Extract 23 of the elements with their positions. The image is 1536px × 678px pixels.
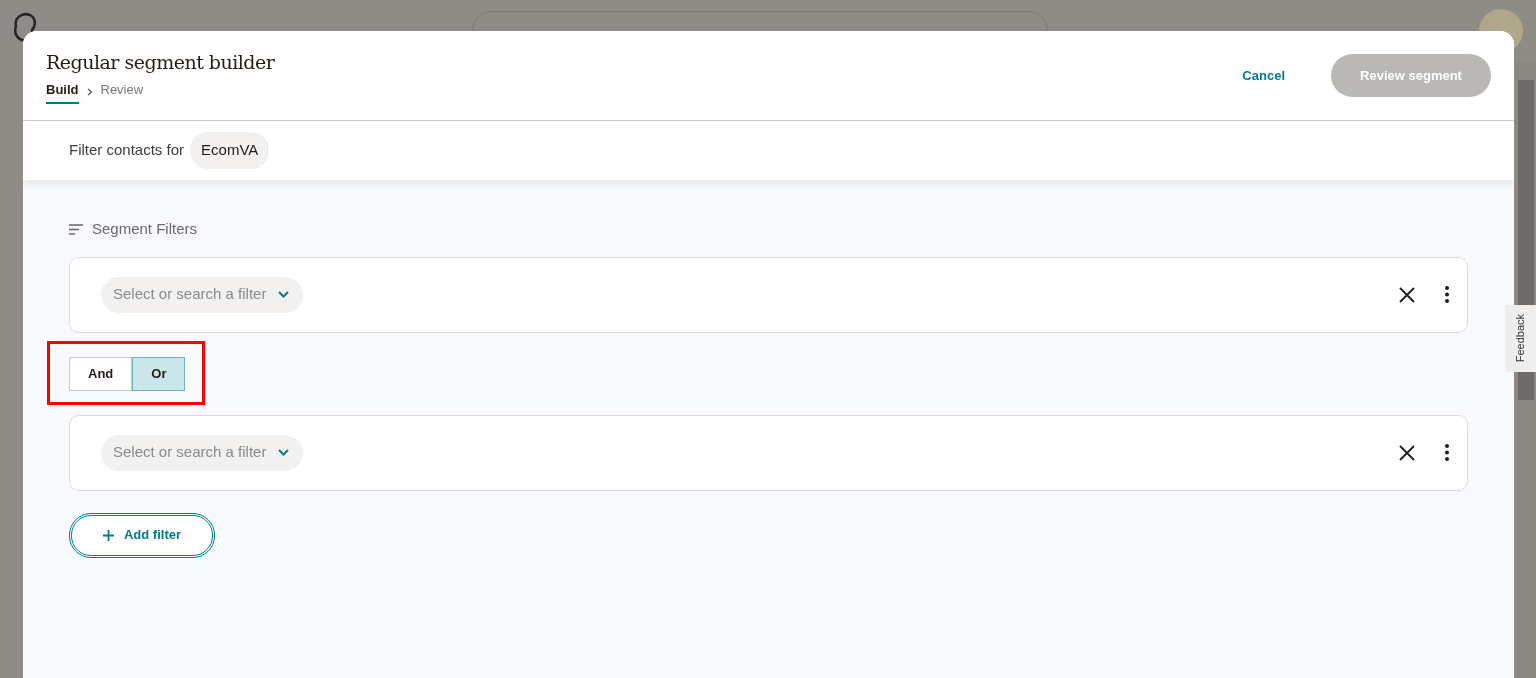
filter-dropdown[interactable]: Select or search a filter bbox=[101, 276, 304, 313]
close-icon[interactable] bbox=[1399, 286, 1415, 303]
step-tab[interactable]: Review bbox=[100, 80, 144, 104]
section-title: Segment Filters bbox=[92, 219, 198, 239]
plus-icon bbox=[102, 529, 114, 541]
dialog-title: Regular segment builder bbox=[46, 49, 275, 75]
filter-lines-icon bbox=[69, 223, 84, 235]
audience-name: EcomVA bbox=[190, 132, 270, 169]
logic-toggle[interactable]: And bbox=[69, 356, 133, 391]
logo-icon[interactable] bbox=[12, 12, 38, 42]
chevron-down-icon bbox=[278, 291, 290, 298]
step-tab[interactable]: Build bbox=[46, 80, 79, 104]
feedback-tab[interactable]: Feedback bbox=[1505, 305, 1536, 372]
cancel-link[interactable]: Cancel bbox=[1242, 65, 1285, 86]
chevron-right-icon bbox=[86, 87, 93, 96]
add-filter-button[interactable]: Add filter bbox=[69, 512, 215, 558]
more-options-icon[interactable] bbox=[1445, 286, 1449, 303]
close-icon[interactable] bbox=[1399, 444, 1415, 461]
filter-label: Filter contacts for bbox=[69, 140, 185, 161]
chevron-down-icon bbox=[278, 449, 290, 456]
more-options-icon[interactable] bbox=[1445, 444, 1449, 461]
logic-toggle[interactable]: Or bbox=[132, 356, 186, 391]
filter-dropdown[interactable]: Select or search a filter bbox=[101, 434, 304, 471]
